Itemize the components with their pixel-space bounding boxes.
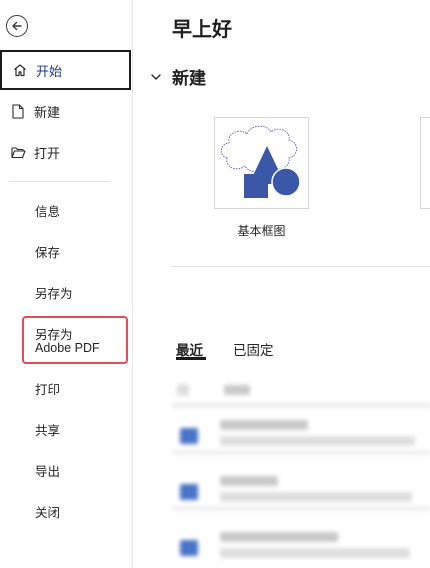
home-icon — [12, 62, 28, 78]
list-item[interactable] — [172, 528, 430, 568]
tab-recent[interactable]: 最近 — [176, 339, 203, 359]
nav-item-open[interactable]: 打开 — [0, 142, 130, 162]
template-thumbnail-partial[interactable] — [420, 117, 430, 209]
section-divider — [172, 266, 430, 267]
nav-item-label: 打开 — [34, 145, 61, 161]
new-section-title: 新建 — [172, 69, 206, 88]
template-thumbnail-basic-diagram[interactable] — [214, 117, 309, 209]
list-item[interactable] — [172, 472, 430, 512]
list-item[interactable] — [172, 416, 430, 456]
sidebar-item-save[interactable]: 保存 — [35, 242, 60, 261]
arrow-left-icon — [12, 21, 22, 31]
template-label: 基本框图 — [237, 224, 286, 238]
nav-item-label: 新建 — [34, 104, 61, 120]
sidebar-item-share[interactable]: 共享 — [35, 420, 60, 439]
basic-diagram-preview-icon — [220, 125, 301, 198]
sidebar-divider — [10, 181, 111, 182]
list-header-row — [172, 380, 430, 408]
sidebar-item-print[interactable]: 打印 — [35, 379, 60, 398]
greeting-title: 早上好 — [172, 19, 232, 41]
nav-item-home[interactable]: 开始 — [0, 50, 131, 90]
backstage-sidebar: 开始 新建 打开 信息 保存 另存为 另存为 Adobe PDF 打印 共享 导… — [0, 0, 133, 568]
sidebar-item-info[interactable]: 信息 — [35, 201, 60, 220]
new-file-icon — [10, 103, 26, 119]
chevron-down-icon — [151, 73, 161, 80]
new-section-header[interactable]: 新建 — [150, 64, 206, 89]
sidebar-item-close[interactable]: 关闭 — [35, 502, 60, 521]
sidebar-item-save-as-pdf-line2[interactable]: Adobe PDF — [35, 341, 100, 355]
sidebar-item-export[interactable]: 导出 — [35, 461, 60, 480]
backstage-main: 早上好 新建 基本框图 最近 已固定 — [134, 0, 430, 568]
active-tab-indicator — [176, 357, 206, 360]
nav-item-label: 开始 — [36, 63, 63, 79]
back-button[interactable] — [6, 15, 28, 37]
folder-open-icon — [10, 144, 26, 160]
tab-pinned[interactable]: 已固定 — [233, 339, 274, 359]
sidebar-item-save-as[interactable]: 另存为 — [35, 283, 73, 302]
nav-item-new[interactable]: 新建 — [0, 101, 130, 121]
